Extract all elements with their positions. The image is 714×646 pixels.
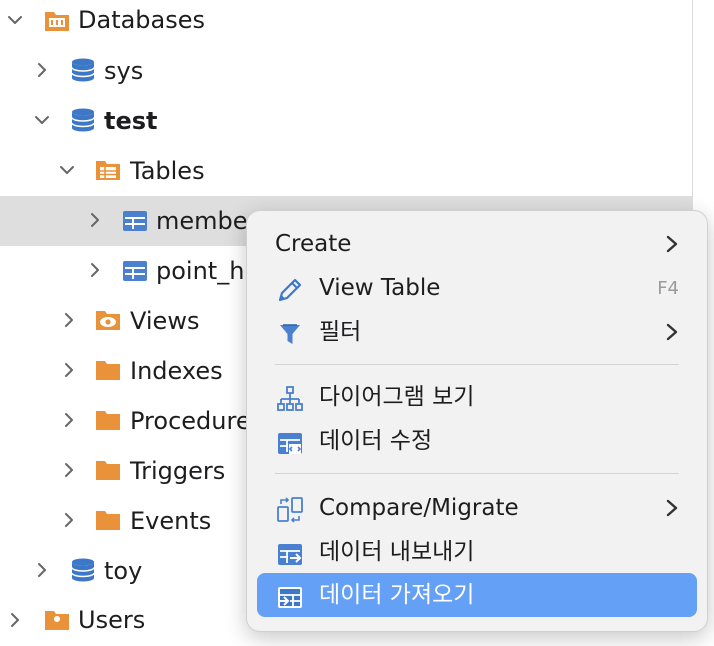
tree-item-sys[interactable]: sys bbox=[0, 46, 692, 96]
filter-icon bbox=[275, 319, 305, 349]
menu-item-export-data[interactable]: 데이터 내보내기 bbox=[257, 530, 697, 574]
views-folder-icon bbox=[95, 307, 121, 333]
tree-item-label: Procedure bbox=[130, 407, 251, 435]
shortcut-hint: F4 bbox=[657, 278, 679, 299]
menu-item-import-data[interactable]: 데이터 가져오기 bbox=[257, 573, 697, 617]
database-icon bbox=[70, 57, 96, 83]
folder-icon bbox=[95, 407, 121, 433]
menu-item-label: 필터 bbox=[319, 319, 362, 345]
import-data-icon bbox=[275, 582, 305, 612]
chevron-right-icon bbox=[663, 322, 681, 342]
menu-item-label: 데이터 가져오기 bbox=[319, 582, 475, 608]
chevron-right-icon[interactable] bbox=[33, 561, 51, 579]
database-icon bbox=[70, 557, 96, 583]
menu-item-label: 다이어그램 보기 bbox=[319, 384, 475, 410]
chevron-right-icon[interactable] bbox=[86, 261, 104, 279]
folder-icon bbox=[95, 507, 121, 533]
diagram-icon bbox=[275, 384, 305, 414]
context-menu: Create View Table F4 필터 다이어그램 보기 데이터 수정 bbox=[246, 210, 708, 632]
tree-item-label: Events bbox=[130, 507, 212, 535]
pencil-icon bbox=[275, 275, 305, 305]
tree-item-tables[interactable]: Tables bbox=[0, 146, 692, 196]
menu-separator bbox=[275, 473, 679, 474]
export-data-icon bbox=[275, 539, 305, 569]
menu-item-label: Compare/Migrate bbox=[319, 495, 519, 521]
database-icon bbox=[70, 107, 96, 133]
folder-icon bbox=[95, 457, 121, 483]
chevron-right-icon[interactable] bbox=[60, 411, 78, 429]
menu-item-label: 데이터 내보내기 bbox=[319, 539, 475, 565]
chevron-right-icon[interactable] bbox=[6, 611, 24, 629]
menu-item-filter[interactable]: 필터 bbox=[257, 310, 697, 354]
chevron-right-icon[interactable] bbox=[60, 361, 78, 379]
chevron-right-icon[interactable] bbox=[60, 461, 78, 479]
menu-item-create[interactable]: Create bbox=[257, 222, 697, 266]
menu-item-view-table[interactable]: View Table F4 bbox=[257, 266, 697, 310]
tree-item-label: Tables bbox=[130, 157, 205, 185]
tree-item-label: test bbox=[104, 107, 158, 135]
menu-item-label: 데이터 수정 bbox=[319, 428, 433, 454]
menu-item-label: View Table bbox=[319, 275, 441, 301]
folder-icon bbox=[95, 357, 121, 383]
menu-item-edit-data[interactable]: 데이터 수정 bbox=[257, 419, 697, 463]
tree-item-label: point_h bbox=[156, 257, 245, 285]
chevron-right-icon bbox=[663, 498, 681, 518]
compare-migrate-icon bbox=[275, 495, 305, 525]
tables-folder-icon bbox=[95, 157, 121, 183]
tree-item-label: Databases bbox=[78, 6, 206, 34]
menu-item-view-diagram[interactable]: 다이어그램 보기 bbox=[257, 375, 697, 419]
chevron-right-icon[interactable] bbox=[60, 511, 78, 529]
chevron-right-icon[interactable] bbox=[86, 211, 104, 229]
tree-item-label: toy bbox=[104, 557, 143, 585]
users-folder-icon bbox=[44, 607, 70, 633]
menu-separator bbox=[275, 364, 679, 365]
tree-item-label: Users bbox=[78, 606, 146, 634]
tree-item-label: membe bbox=[156, 207, 248, 235]
chevron-down-icon[interactable] bbox=[6, 11, 24, 29]
chevron-down-icon[interactable] bbox=[58, 161, 76, 179]
table-icon bbox=[122, 208, 148, 234]
tree-item-label: sys bbox=[104, 57, 144, 85]
tree-item-label: Views bbox=[130, 307, 200, 335]
chevron-right-icon bbox=[663, 234, 681, 254]
chevron-right-icon[interactable] bbox=[60, 311, 78, 329]
tree-item-label: Triggers bbox=[130, 457, 226, 485]
table-icon bbox=[122, 258, 148, 284]
tree-item-label: Indexes bbox=[130, 357, 223, 385]
databases-folder-icon bbox=[44, 7, 70, 33]
tree-item-databases[interactable]: Databases bbox=[0, 0, 692, 46]
edit-data-icon bbox=[275, 428, 305, 458]
tree-item-test[interactable]: test bbox=[0, 96, 692, 146]
menu-item-label: Create bbox=[275, 231, 352, 257]
chevron-right-icon[interactable] bbox=[33, 61, 51, 79]
menu-item-compare-migrate[interactable]: Compare/Migrate bbox=[257, 486, 697, 530]
chevron-down-icon[interactable] bbox=[33, 111, 51, 129]
